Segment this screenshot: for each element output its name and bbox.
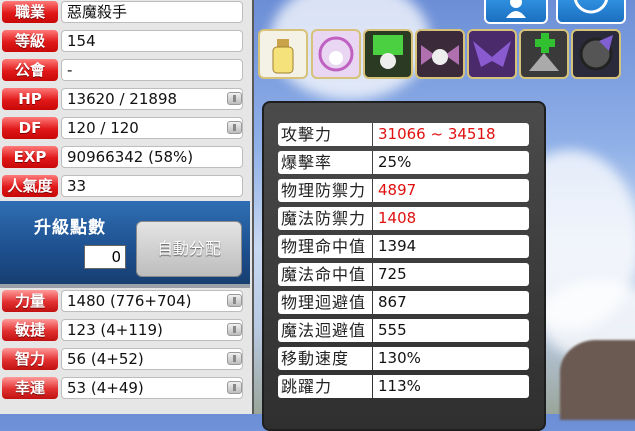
detail-label: 攻擊力 (278, 123, 372, 146)
detail-stat-panel: 攻擊力 31066 ~ 34518 爆擊率 25% 物理防禦力 4897 魔法防… (262, 101, 546, 431)
cross-buff-icon[interactable] (519, 29, 569, 79)
detail-row: 爆擊率 25% (274, 151, 536, 175)
user-icon (506, 0, 526, 18)
stat-row-job: 職業 惡魔殺手 (0, 0, 250, 26)
stat-row-exp: EXP 90966342 (58%) (0, 145, 250, 171)
circle-icon (573, 0, 609, 14)
detail-row: 物理防禦力 4897 (274, 179, 536, 203)
auto-assign-button[interactable]: 自動分配 (136, 221, 242, 277)
detail-label: 魔法防禦力 (278, 207, 372, 230)
detail-label: 移動速度 (278, 347, 372, 370)
detail-value: 867 (373, 291, 529, 314)
potion-buff-icon[interactable] (258, 29, 308, 79)
row-label: EXP (2, 146, 58, 168)
row-value: 1480 (776+704) (61, 290, 243, 312)
row-label: 智力 (2, 348, 58, 370)
stat-row-dex: 敏捷 123 (4+119) (0, 318, 250, 344)
stat-row-hp: HP 13620 / 21898 (0, 87, 250, 113)
divider (0, 284, 250, 288)
row-value: 90966342 (58%) (61, 146, 243, 168)
detail-value: 1394 (373, 235, 529, 258)
stat-row-level: 等級 154 (0, 29, 250, 55)
detail-label: 爆擊率 (278, 151, 372, 174)
row-value: 53 (4+49) (61, 377, 243, 399)
detail-label: 物理迴避值 (278, 291, 372, 314)
row-label: 力量 (2, 290, 58, 312)
ability-point-block: 升級點數 0 自動分配 (0, 201, 250, 284)
detail-row: 魔法防禦力 1408 (274, 207, 536, 231)
stat-row-df: DF 120 / 120 (0, 116, 250, 142)
detail-row: 攻擊力 31066 ~ 34518 (274, 123, 536, 147)
stat-row-fame: 人氣度 33 (0, 174, 250, 200)
row-value: 120 / 120 (61, 117, 243, 139)
detail-row: 跳躍力 113% (274, 375, 536, 399)
detail-row: 物理命中值 1394 (274, 235, 536, 259)
detail-label: 魔法迴避值 (278, 319, 372, 342)
character-stat-panel: 職業 惡魔殺手 等級 154 公會 - HP 13620 / 21898 DF … (0, 0, 254, 414)
detail-row: 移動速度 130% (274, 347, 536, 371)
row-value: 123 (4+119) (61, 319, 243, 341)
int-increase-button[interactable] (227, 352, 242, 365)
row-value: 惡魔殺手 (61, 1, 243, 23)
crest-buff-icon[interactable] (311, 29, 361, 79)
row-value: 33 (61, 175, 243, 197)
detail-value: 31066 ~ 34518 (373, 123, 529, 146)
detail-row: 物理迴避值 867 (274, 291, 536, 315)
detail-value: 113% (373, 375, 529, 398)
dark-wings-buff-icon[interactable] (467, 29, 517, 79)
detail-value: 555 (373, 319, 529, 342)
row-label: 職業 (2, 1, 58, 23)
stat-row-guild: 公會 - (0, 58, 250, 84)
row-label: DF (2, 117, 58, 139)
background-rock (560, 340, 635, 420)
stat-row-int: 智力 56 (4+52) (0, 347, 250, 373)
ap-title: 升級點數 (34, 218, 106, 238)
detail-value: 25% (373, 151, 529, 174)
ap-value: 0 (84, 245, 126, 269)
row-value: 56 (4+52) (61, 348, 243, 370)
stat-row-str: 力量 1480 (776+704) (0, 289, 250, 315)
hp-increase-button[interactable] (227, 92, 242, 105)
green-skull-buff-icon[interactable] (363, 29, 413, 79)
detail-value: 4897 (373, 179, 529, 202)
row-label: 人氣度 (2, 175, 58, 197)
row-label: 幸運 (2, 377, 58, 399)
df-increase-button[interactable] (227, 121, 242, 134)
row-label: 敏捷 (2, 319, 58, 341)
detail-label: 物理防禦力 (278, 179, 372, 202)
detail-row: 魔法迴避值 555 (274, 319, 536, 343)
row-value: 154 (61, 30, 243, 52)
detail-value: 1408 (373, 207, 529, 230)
row-label: 等級 (2, 30, 58, 52)
row-value: - (61, 59, 243, 81)
luk-increase-button[interactable] (227, 381, 242, 394)
detail-value: 725 (373, 263, 529, 286)
row-value: 13620 / 21898 (61, 88, 243, 110)
stat-row-luk: 幸運 53 (4+49) (0, 376, 250, 402)
str-increase-button[interactable] (227, 294, 242, 307)
detail-label: 魔法命中值 (278, 263, 372, 286)
winged-skull-buff-icon[interactable] (415, 29, 465, 79)
row-label: 公會 (2, 59, 58, 81)
detail-label: 物理命中值 (278, 235, 372, 258)
detail-label: 跳躍力 (278, 375, 372, 398)
community-button[interactable] (484, 0, 548, 24)
detail-value: 130% (373, 347, 529, 370)
row-label: HP (2, 88, 58, 110)
menu-button[interactable] (556, 0, 626, 24)
detail-row: 魔法命中值 725 (274, 263, 536, 287)
dark-orb-buff-icon[interactable] (571, 29, 621, 79)
dex-increase-button[interactable] (227, 323, 242, 336)
